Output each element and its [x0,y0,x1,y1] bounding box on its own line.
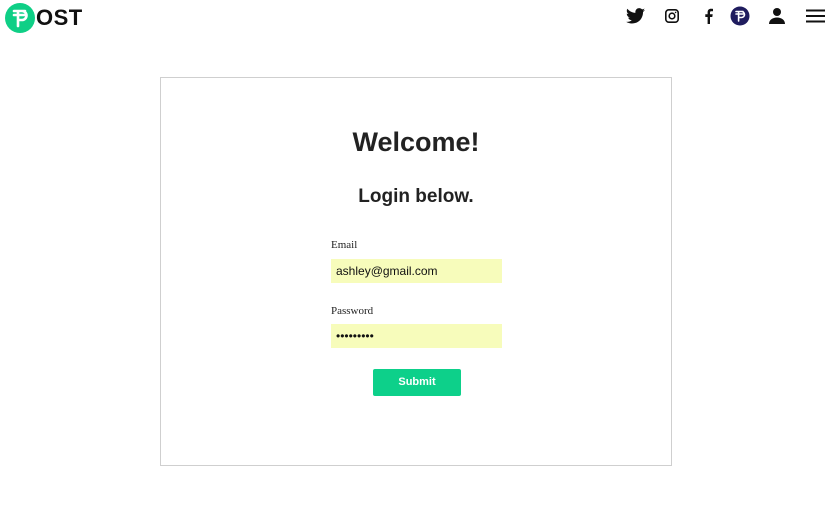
post-coin-icon[interactable] [730,6,750,26]
login-subtitle: Login below. [358,186,474,207]
email-field[interactable] [331,259,502,283]
user-icon[interactable] [767,6,787,26]
email-label: Email [331,239,358,251]
instagram-icon[interactable] [662,6,682,26]
password-field[interactable] [331,324,502,348]
facebook-icon[interactable] [698,6,718,26]
menu-icon[interactable] [805,6,825,26]
logo-text: OST [36,5,83,30]
submit-button[interactable]: Submit [373,369,461,396]
logo-mark-icon [5,3,35,33]
login-card: Welcome! Login below. Email Password Sub… [160,77,672,466]
site-header: OST [0,0,838,38]
welcome-title: Welcome! [352,127,480,157]
site-logo[interactable]: OST [5,3,83,33]
twitter-icon[interactable] [625,6,645,26]
password-label: Password [331,305,374,317]
